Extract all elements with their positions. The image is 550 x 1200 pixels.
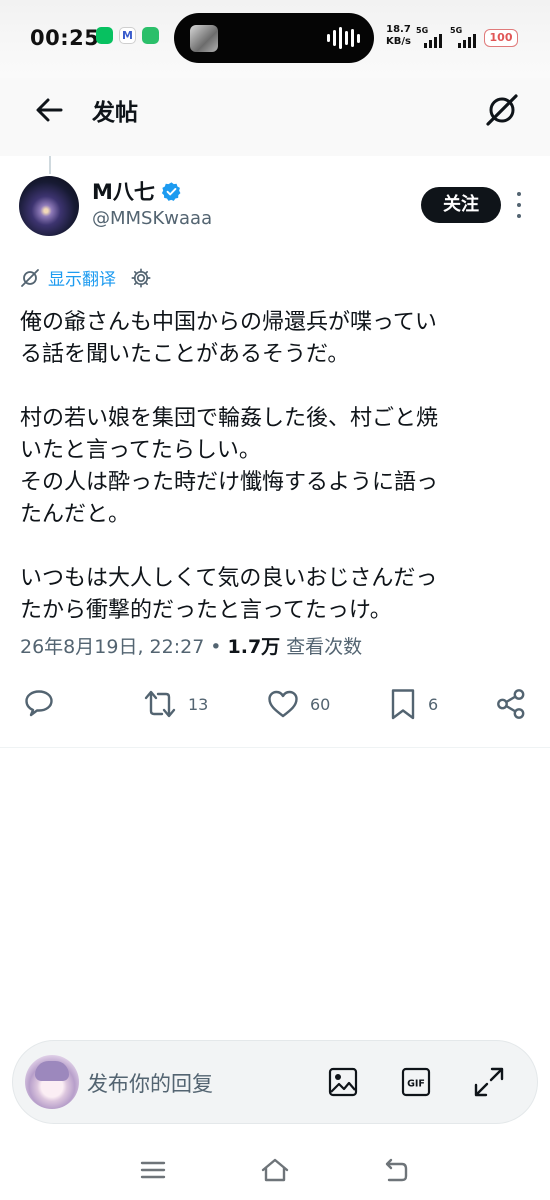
home-button[interactable] <box>258 1154 290 1186</box>
recent-apps-button[interactable] <box>137 1154 169 1186</box>
reply-input[interactable]: 发布你的回复 <box>87 1068 213 1098</box>
audio-wave-icon <box>327 27 360 49</box>
more-options-icon[interactable] <box>511 192 527 218</box>
retweet-count: 13 <box>188 694 209 714</box>
author-handle[interactable]: @MMSKwaaa <box>92 208 212 229</box>
user-avatar <box>25 1055 79 1109</box>
reply-composer[interactable]: 发布你的回复 GIF <box>12 1040 538 1124</box>
home-icon <box>261 1158 289 1182</box>
gif-icon: GIF <box>401 1067 431 1097</box>
network-speed: 18.7 KB/s <box>386 24 411 48</box>
view-count-label: 查看次数 <box>286 636 363 658</box>
reply-button[interactable] <box>22 687 56 721</box>
like-count: 60 <box>310 694 331 714</box>
media-thumbnail <box>190 25 218 52</box>
mail-m-icon: M <box>119 27 136 44</box>
network-speed-unit: KB/s <box>386 36 411 47</box>
thread-line <box>49 156 51 174</box>
signal-icon-sim1: 5G <box>416 26 446 50</box>
grok-icon <box>21 268 39 287</box>
heart-icon <box>268 690 298 718</box>
bookmark-icon <box>391 689 415 720</box>
divider <box>0 747 550 748</box>
verified-badge-icon <box>161 181 181 201</box>
status-bar: 00:25 M 18.7 KB/s 5G 5G 100 <box>0 0 550 78</box>
bookmark-button[interactable]: 6 <box>388 687 438 721</box>
settings-gear-icon[interactable] <box>130 267 152 289</box>
chat-app-icon <box>142 27 159 44</box>
like-button[interactable]: 60 <box>266 687 330 721</box>
author-avatar[interactable] <box>19 176 79 236</box>
translate-row: 显示翻译 <box>20 265 152 290</box>
system-back-button[interactable] <box>380 1154 412 1186</box>
tweet-body: 俺の爺さんも中国からの帰還兵が喋ってい る話を聞いたことがあるそうだ。 村の若い… <box>20 310 439 623</box>
author-name-row[interactable]: M八七 <box>92 176 182 206</box>
back-button[interactable] <box>30 90 70 130</box>
tweet-action-bar: 13 60 6 <box>0 684 550 728</box>
status-time: 00:25 <box>30 26 100 50</box>
image-icon <box>328 1067 358 1097</box>
retweet-icon <box>144 690 176 718</box>
follow-button[interactable]: 关注 <box>421 187 501 223</box>
system-nav-bar <box>0 1140 550 1200</box>
gif-label: GIF <box>407 1079 425 1090</box>
arrow-left-icon <box>36 98 63 122</box>
grok-button[interactable] <box>482 90 522 130</box>
tweet-timestamp[interactable]: 26年8月19日, 22:27 <box>20 632 204 659</box>
meta-separator: • <box>210 636 222 658</box>
view-count[interactable]: 1.7万 <box>228 632 281 659</box>
share-button[interactable] <box>494 687 528 721</box>
wechat-icon <box>96 27 113 44</box>
signal-icon-sim2: 5G <box>450 26 480 50</box>
expand-icon <box>474 1067 504 1097</box>
dynamic-island[interactable] <box>174 13 374 63</box>
expand-composer-button[interactable] <box>472 1065 506 1099</box>
page-title: 发帖 <box>92 100 138 126</box>
battery-icon: 100 <box>484 29 518 47</box>
add-gif-button[interactable]: GIF <box>399 1065 433 1099</box>
share-icon <box>497 689 525 719</box>
tweet-meta: 26年8月19日, 22:27 • 1.7万 查看次数 <box>20 632 362 659</box>
menu-icon <box>140 1161 166 1179</box>
bookmark-count: 6 <box>428 694 439 714</box>
author-display-name: M八七 <box>92 180 155 204</box>
network-speed-value: 18.7 <box>386 24 411 35</box>
back-return-icon <box>385 1158 408 1182</box>
reply-icon <box>25 690 53 717</box>
grok-icon <box>486 94 518 126</box>
add-image-button[interactable] <box>326 1065 360 1099</box>
retweet-button[interactable]: 13 <box>142 687 208 721</box>
top-bar: 发帖 <box>0 78 550 156</box>
show-translation-link[interactable]: 显示翻译 <box>48 265 116 290</box>
